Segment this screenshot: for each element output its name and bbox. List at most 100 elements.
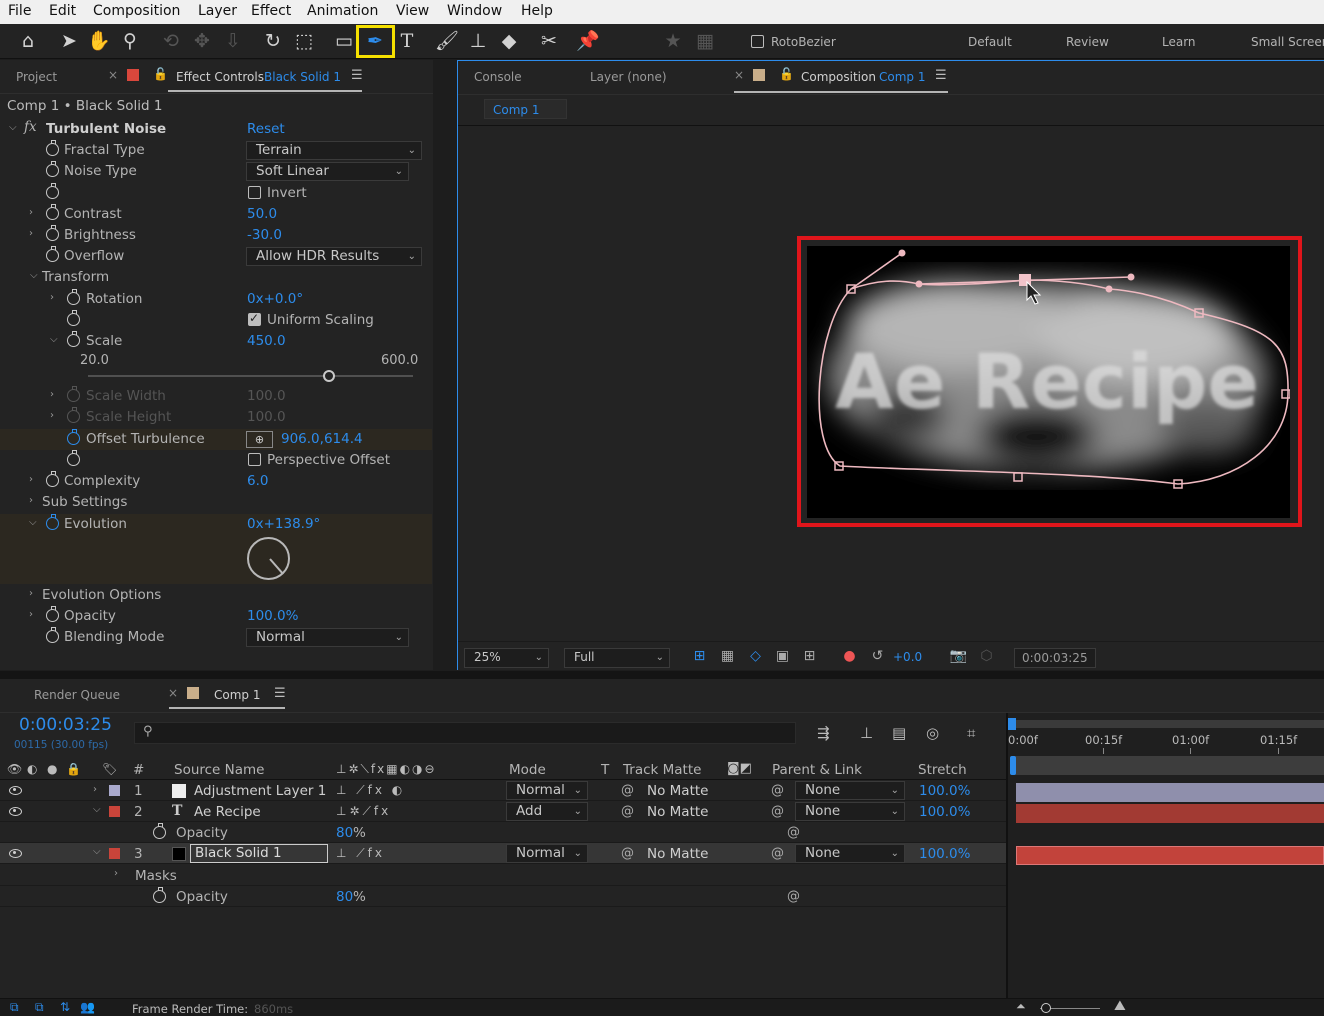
rotation-value[interactable]: 0x+0.0° (247, 291, 303, 307)
layer-row-1[interactable]: › 1 Adjustment Layer 1 ⊥ ⟋fx ◐ Normal ⌄ @… (0, 780, 1008, 801)
layer-name[interactable]: Ae Recipe (194, 804, 261, 820)
parent-pickwhip-icon[interactable]: @ (771, 783, 784, 798)
eraser-tool-icon[interactable]: ◆ (496, 28, 522, 54)
layer-name[interactable]: Adjustment Layer 1 (194, 783, 326, 799)
layer-3-bar[interactable] (1016, 846, 1324, 865)
stopwatch-active-icon[interactable] (67, 429, 80, 445)
evolution-options-label[interactable]: Evolution Options (42, 587, 161, 603)
parent-dropdown[interactable]: None ⌄ (795, 844, 905, 863)
comp-flow-chip[interactable]: Comp 1 (484, 99, 567, 119)
bezier-handle-point[interactable] (1105, 285, 1113, 293)
layer-switches-toggle-icon[interactable]: ⧉ (10, 1000, 19, 1015)
stopwatch-icon[interactable] (67, 310, 80, 326)
stopwatch-icon[interactable] (46, 246, 59, 262)
masks-label[interactable]: Masks (135, 868, 177, 884)
type-tool-icon[interactable]: T (394, 28, 420, 54)
uniform-scaling-checkbox[interactable] (248, 311, 261, 326)
parent-dropdown[interactable]: None ⌄ (795, 802, 905, 821)
close-icon[interactable]: × (108, 68, 118, 82)
parent-pickwhip-icon[interactable]: @ (771, 804, 784, 819)
tab-composition[interactable]: Composition (801, 70, 876, 84)
collapse-arrow-icon[interactable]: ⌵ (93, 846, 101, 857)
scale-slider-track[interactable] (88, 375, 413, 377)
expand-arrow-icon[interactable]: › (50, 410, 54, 421)
work-area-start-handle[interactable] (1008, 718, 1016, 730)
tab-project[interactable]: Project (16, 70, 57, 84)
stopwatch-icon[interactable] (153, 823, 166, 839)
close-icon[interactable]: × (734, 68, 744, 82)
eye-icon[interactable] (9, 807, 22, 816)
resolution-dropdown[interactable]: Full ⌄ (564, 648, 670, 668)
zoom-out-icon[interactable]: ⏶ (1016, 999, 1026, 1014)
current-time[interactable]: 0:00:03:25 (19, 715, 112, 735)
viewer-timecode[interactable]: 0:00:03:25 (1014, 648, 1096, 668)
menu-window[interactable]: Window (447, 3, 502, 19)
tab-effect-controls[interactable]: Effect Controls (176, 70, 264, 84)
layer-switches-icons[interactable]: ⊥ ⟋fx (336, 846, 385, 861)
expand-arrow-icon[interactable]: › (29, 495, 33, 506)
perspective-offset-checkbox[interactable] (248, 453, 261, 466)
layer-name-rename-field[interactable]: Black Solid 1 (190, 844, 328, 863)
layer-mode-dropdown[interactable]: Add ⌄ (506, 802, 588, 821)
layer-search-input[interactable]: ⚲ (134, 722, 796, 744)
star-icon[interactable]: ★ (660, 28, 686, 54)
reset-link[interactable]: Reset (247, 121, 285, 137)
timeline-zoom-thumb[interactable] (1041, 1003, 1051, 1013)
stopwatch-icon[interactable] (46, 225, 59, 241)
layer-mode-dropdown[interactable]: Normal ⌄ (506, 781, 588, 800)
hand-tool-icon[interactable]: ✋ (86, 28, 112, 54)
stopwatch-icon[interactable] (67, 386, 80, 402)
menu-layer[interactable]: Layer (198, 3, 237, 19)
collapse-arrow-icon[interactable]: ⌵ (29, 517, 37, 528)
tab-comp-1[interactable]: Comp 1 (214, 688, 260, 702)
fast-previews-icon[interactable]: ⊞ (689, 647, 710, 665)
roto-brush-tool-icon[interactable]: ✂ (536, 28, 562, 54)
contrast-value[interactable]: 50.0 (247, 206, 277, 222)
zoom-in-icon[interactable]: ⛰ (1114, 998, 1126, 1014)
exposure-value[interactable]: +0.0 (893, 650, 922, 664)
property-pickwhip-icon[interactable]: @ (787, 825, 800, 840)
collapse-arrow-icon[interactable]: ⌵ (9, 122, 17, 133)
layer-track-matte[interactable]: No Matte (647, 846, 708, 862)
comp-mini-flowchart-icon[interactable]: ⇶ (817, 724, 830, 742)
tab-render-queue[interactable]: Render Queue (34, 688, 120, 702)
stopwatch-icon[interactable] (46, 140, 59, 156)
grid-guides-icon[interactable]: ⊞ (799, 647, 820, 665)
frame-blending-icon[interactable]: ▤ (892, 724, 906, 742)
pan-behind-tool-icon[interactable]: ⬚ (291, 28, 317, 54)
evolution-dial[interactable] (247, 537, 290, 580)
graph-editor-icon[interactable]: ⌗ (967, 724, 975, 742)
layer-2-bar[interactable] (1016, 804, 1324, 823)
region-of-interest-icon[interactable]: ▣ (772, 647, 793, 665)
expand-arrow-icon[interactable]: › (93, 784, 97, 795)
collapse-arrow-icon[interactable]: ⌵ (30, 270, 38, 281)
brightness-value[interactable]: -30.0 (247, 227, 282, 243)
panel-menu-icon[interactable]: ☰ (351, 68, 363, 83)
menu-effect[interactable]: Effect (251, 3, 291, 19)
stopwatch-icon[interactable] (46, 606, 59, 622)
show-snapshot-icon[interactable]: ⬡ (976, 647, 997, 665)
color-channels-icon[interactable]: ● (839, 647, 860, 665)
expand-arrow-icon[interactable]: › (29, 228, 33, 239)
layer-switches-icons[interactable]: ⊥ ⟋fx ◐ (336, 783, 405, 798)
collapse-arrow-icon[interactable]: ⌵ (50, 334, 58, 345)
layer-label-color[interactable] (109, 785, 120, 796)
stopwatch-icon[interactable] (46, 204, 59, 220)
workspace-small-screen[interactable]: Small Screen (1251, 35, 1324, 49)
layer-1-bar[interactable] (1016, 783, 1324, 802)
crosshair-point-icon[interactable]: ⊕ (246, 431, 273, 448)
evolution-value[interactable]: 0x+138.9° (247, 516, 320, 532)
bezier-handle-point[interactable] (898, 249, 906, 257)
selection-tool-icon[interactable]: ➤ (56, 28, 82, 54)
fractal-type-dropdown[interactable]: Terrain ⌄ (246, 141, 422, 160)
scale-slider-thumb[interactable] (322, 370, 335, 382)
stopwatch-icon[interactable] (46, 183, 59, 199)
collapse-arrow-icon[interactable]: ⌵ (93, 804, 101, 815)
zoom-tool-icon[interactable]: ⚲ (117, 28, 143, 54)
close-icon[interactable]: × (168, 686, 178, 700)
expand-arrow-icon[interactable]: › (29, 474, 33, 485)
bezier-handle-point[interactable] (1127, 273, 1135, 281)
workspace-learn[interactable]: Learn (1162, 35, 1196, 49)
layer-track-matte[interactable]: No Matte (647, 804, 708, 820)
puppet-pin-tool-icon[interactable]: 📌 (575, 28, 601, 54)
